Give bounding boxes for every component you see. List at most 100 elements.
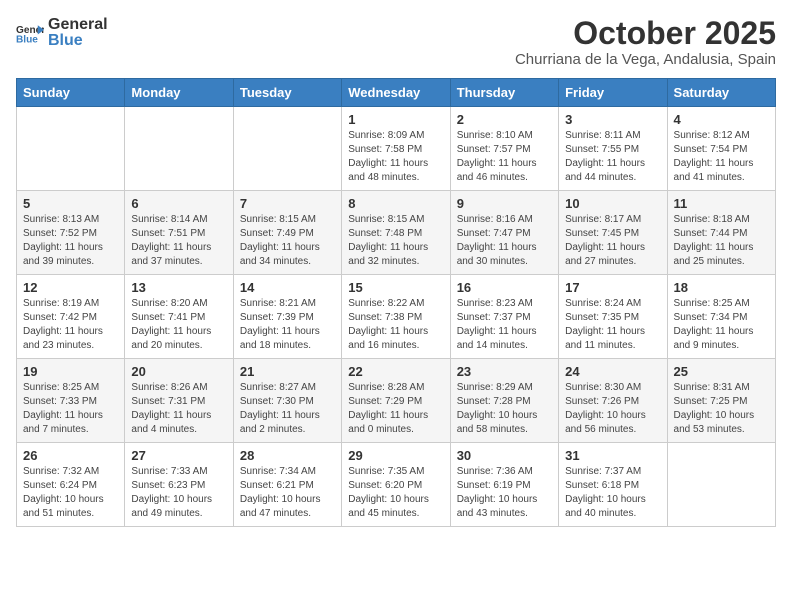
day-info: Sunrise: 8:09 AM Sunset: 7:58 PM Dayligh… xyxy=(348,129,443,185)
calendar-header-row: SundayMondayTuesdayWednesdayThursdayFrid… xyxy=(17,79,776,107)
day-info: Sunrise: 8:16 AM Sunset: 7:47 PM Dayligh… xyxy=(457,213,552,269)
day-info: Sunrise: 8:28 AM Sunset: 7:29 PM Dayligh… xyxy=(348,381,443,437)
day-number: 10 xyxy=(565,196,660,211)
day-number: 3 xyxy=(565,112,660,127)
calendar-cell: 1 Sunrise: 8:09 AM Sunset: 7:58 PM Daylig… xyxy=(342,107,450,191)
calendar-week-row: 12Sunrise: 8:19 AM Sunset: 7:42 PM Dayli… xyxy=(17,275,776,359)
calendar-cell: 24 Sunrise: 8:30 AM Sunset: 7:26 PM Dayli… xyxy=(559,359,667,443)
calendar-week-row: 19Sunrise: 8:25 AM Sunset: 7:33 PM Dayli… xyxy=(17,359,776,443)
day-info: Sunrise: 8:17 AM Sunset: 7:45 PM Dayligh… xyxy=(565,213,660,269)
calendar-week-row: 1 Sunrise: 8:09 AM Sunset: 7:58 PM Daylig… xyxy=(17,107,776,191)
calendar-header-saturday: Saturday xyxy=(667,79,775,107)
day-number: 19 xyxy=(23,364,118,379)
day-number: 5 xyxy=(23,196,118,211)
day-number: 21 xyxy=(240,364,335,379)
day-number: 4 xyxy=(674,112,769,127)
day-info: Sunrise: 8:21 AM Sunset: 7:39 PM Dayligh… xyxy=(240,297,335,353)
day-number: 1 xyxy=(348,112,443,127)
calendar-cell: 21Sunrise: 8:27 AM Sunset: 7:30 PM Dayli… xyxy=(233,359,341,443)
day-number: 17 xyxy=(565,280,660,295)
day-info: Sunrise: 8:20 AM Sunset: 7:41 PM Dayligh… xyxy=(131,297,226,353)
calendar-cell: 13 Sunrise: 8:20 AM Sunset: 7:41 PM Dayli… xyxy=(125,275,233,359)
page-title: October 2025 xyxy=(515,16,776,51)
day-number: 2 xyxy=(457,112,552,127)
day-info: Sunrise: 8:12 AM Sunset: 7:54 PM Dayligh… xyxy=(674,129,769,185)
calendar-cell: 11Sunrise: 8:18 AM Sunset: 7:44 PM Dayli… xyxy=(667,191,775,275)
day-info: Sunrise: 8:15 AM Sunset: 7:49 PM Dayligh… xyxy=(240,213,335,269)
day-info: Sunrise: 8:15 AM Sunset: 7:48 PM Dayligh… xyxy=(348,213,443,269)
day-info: Sunrise: 8:24 AM Sunset: 7:35 PM Dayligh… xyxy=(565,297,660,353)
calendar-header-friday: Friday xyxy=(559,79,667,107)
calendar-cell: 5 Sunrise: 8:13 AM Sunset: 7:52 PM Daylig… xyxy=(17,191,125,275)
calendar-week-row: 5 Sunrise: 8:13 AM Sunset: 7:52 PM Daylig… xyxy=(17,191,776,275)
day-info: Sunrise: 8:26 AM Sunset: 7:31 PM Dayligh… xyxy=(131,381,226,437)
day-info: Sunrise: 8:22 AM Sunset: 7:38 PM Dayligh… xyxy=(348,297,443,353)
calendar-cell: 2 Sunrise: 8:10 AM Sunset: 7:57 PM Daylig… xyxy=(450,107,558,191)
calendar-header-tuesday: Tuesday xyxy=(233,79,341,107)
day-number: 22 xyxy=(348,364,443,379)
calendar-cell xyxy=(233,107,341,191)
calendar-cell: 12Sunrise: 8:19 AM Sunset: 7:42 PM Dayli… xyxy=(17,275,125,359)
day-info: Sunrise: 8:31 AM Sunset: 7:25 PM Dayligh… xyxy=(674,381,769,437)
calendar-header-monday: Monday xyxy=(125,79,233,107)
day-info: Sunrise: 7:34 AM Sunset: 6:21 PM Dayligh… xyxy=(240,465,335,521)
page-header: General Blue General Blue October 2025 C… xyxy=(16,16,776,68)
title-block: October 2025 Churriana de la Vega, Andal… xyxy=(515,16,776,68)
calendar-cell: 4 Sunrise: 8:12 AM Sunset: 7:54 PM Daylig… xyxy=(667,107,775,191)
day-number: 8 xyxy=(348,196,443,211)
logo-icon: General Blue xyxy=(16,22,44,44)
svg-text:Blue: Blue xyxy=(16,34,38,44)
day-number: 18 xyxy=(674,280,769,295)
day-number: 13 xyxy=(131,280,226,295)
day-info: Sunrise: 8:25 AM Sunset: 7:34 PM Dayligh… xyxy=(674,297,769,353)
calendar-header-wednesday: Wednesday xyxy=(342,79,450,107)
day-info: Sunrise: 8:14 AM Sunset: 7:51 PM Dayligh… xyxy=(131,213,226,269)
day-info: Sunrise: 8:23 AM Sunset: 7:37 PM Dayligh… xyxy=(457,297,552,353)
calendar-cell: 31 Sunrise: 7:37 AM Sunset: 6:18 PM Dayli… xyxy=(559,443,667,527)
calendar-cell: 3Sunrise: 8:11 AM Sunset: 7:55 PM Daylig… xyxy=(559,107,667,191)
day-number: 28 xyxy=(240,448,335,463)
day-number: 30 xyxy=(457,448,552,463)
day-info: Sunrise: 7:32 AM Sunset: 6:24 PM Dayligh… xyxy=(23,465,118,521)
calendar-cell: 22 Sunrise: 8:28 AM Sunset: 7:29 PM Dayli… xyxy=(342,359,450,443)
day-number: 31 xyxy=(565,448,660,463)
calendar-cell xyxy=(125,107,233,191)
day-number: 12 xyxy=(23,280,118,295)
page-subtitle: Churriana de la Vega, Andalusia, Spain xyxy=(515,51,776,68)
calendar-cell: 16Sunrise: 8:23 AM Sunset: 7:37 PM Dayli… xyxy=(450,275,558,359)
calendar-table: SundayMondayTuesdayWednesdayThursdayFrid… xyxy=(16,78,776,527)
day-number: 27 xyxy=(131,448,226,463)
day-info: Sunrise: 8:29 AM Sunset: 7:28 PM Dayligh… xyxy=(457,381,552,437)
calendar-header-thursday: Thursday xyxy=(450,79,558,107)
calendar-cell: 28 Sunrise: 7:34 AM Sunset: 6:21 PM Dayli… xyxy=(233,443,341,527)
calendar-week-row: 26 Sunrise: 7:32 AM Sunset: 6:24 PM Dayli… xyxy=(17,443,776,527)
calendar-cell: 17 Sunrise: 8:24 AM Sunset: 7:35 PM Dayli… xyxy=(559,275,667,359)
calendar-cell: 19Sunrise: 8:25 AM Sunset: 7:33 PM Dayli… xyxy=(17,359,125,443)
calendar-cell xyxy=(17,107,125,191)
day-info: Sunrise: 7:35 AM Sunset: 6:20 PM Dayligh… xyxy=(348,465,443,521)
calendar-cell: 25 Sunrise: 8:31 AM Sunset: 7:25 PM Dayli… xyxy=(667,359,775,443)
day-number: 9 xyxy=(457,196,552,211)
calendar-cell: 27 Sunrise: 7:33 AM Sunset: 6:23 PM Dayli… xyxy=(125,443,233,527)
day-info: Sunrise: 7:33 AM Sunset: 6:23 PM Dayligh… xyxy=(131,465,226,521)
calendar-cell: 20Sunrise: 8:26 AM Sunset: 7:31 PM Dayli… xyxy=(125,359,233,443)
logo-blue: Blue xyxy=(48,32,108,50)
day-info: Sunrise: 8:13 AM Sunset: 7:52 PM Dayligh… xyxy=(23,213,118,269)
day-info: Sunrise: 7:37 AM Sunset: 6:18 PM Dayligh… xyxy=(565,465,660,521)
day-number: 25 xyxy=(674,364,769,379)
day-number: 23 xyxy=(457,364,552,379)
calendar-cell: 15 Sunrise: 8:22 AM Sunset: 7:38 PM Dayli… xyxy=(342,275,450,359)
day-info: Sunrise: 8:30 AM Sunset: 7:26 PM Dayligh… xyxy=(565,381,660,437)
calendar-cell: 10 Sunrise: 8:17 AM Sunset: 7:45 PM Dayli… xyxy=(559,191,667,275)
day-number: 7 xyxy=(240,196,335,211)
day-number: 15 xyxy=(348,280,443,295)
calendar-cell: 8 Sunrise: 8:15 AM Sunset: 7:48 PM Daylig… xyxy=(342,191,450,275)
day-number: 24 xyxy=(565,364,660,379)
day-info: Sunrise: 8:10 AM Sunset: 7:57 PM Dayligh… xyxy=(457,129,552,185)
logo: General Blue General Blue xyxy=(16,16,108,49)
calendar-cell: 9 Sunrise: 8:16 AM Sunset: 7:47 PM Daylig… xyxy=(450,191,558,275)
day-number: 26 xyxy=(23,448,118,463)
day-number: 6 xyxy=(131,196,226,211)
calendar-cell: 7 Sunrise: 8:15 AM Sunset: 7:49 PM Daylig… xyxy=(233,191,341,275)
calendar-cell: 18 Sunrise: 8:25 AM Sunset: 7:34 PM Dayli… xyxy=(667,275,775,359)
